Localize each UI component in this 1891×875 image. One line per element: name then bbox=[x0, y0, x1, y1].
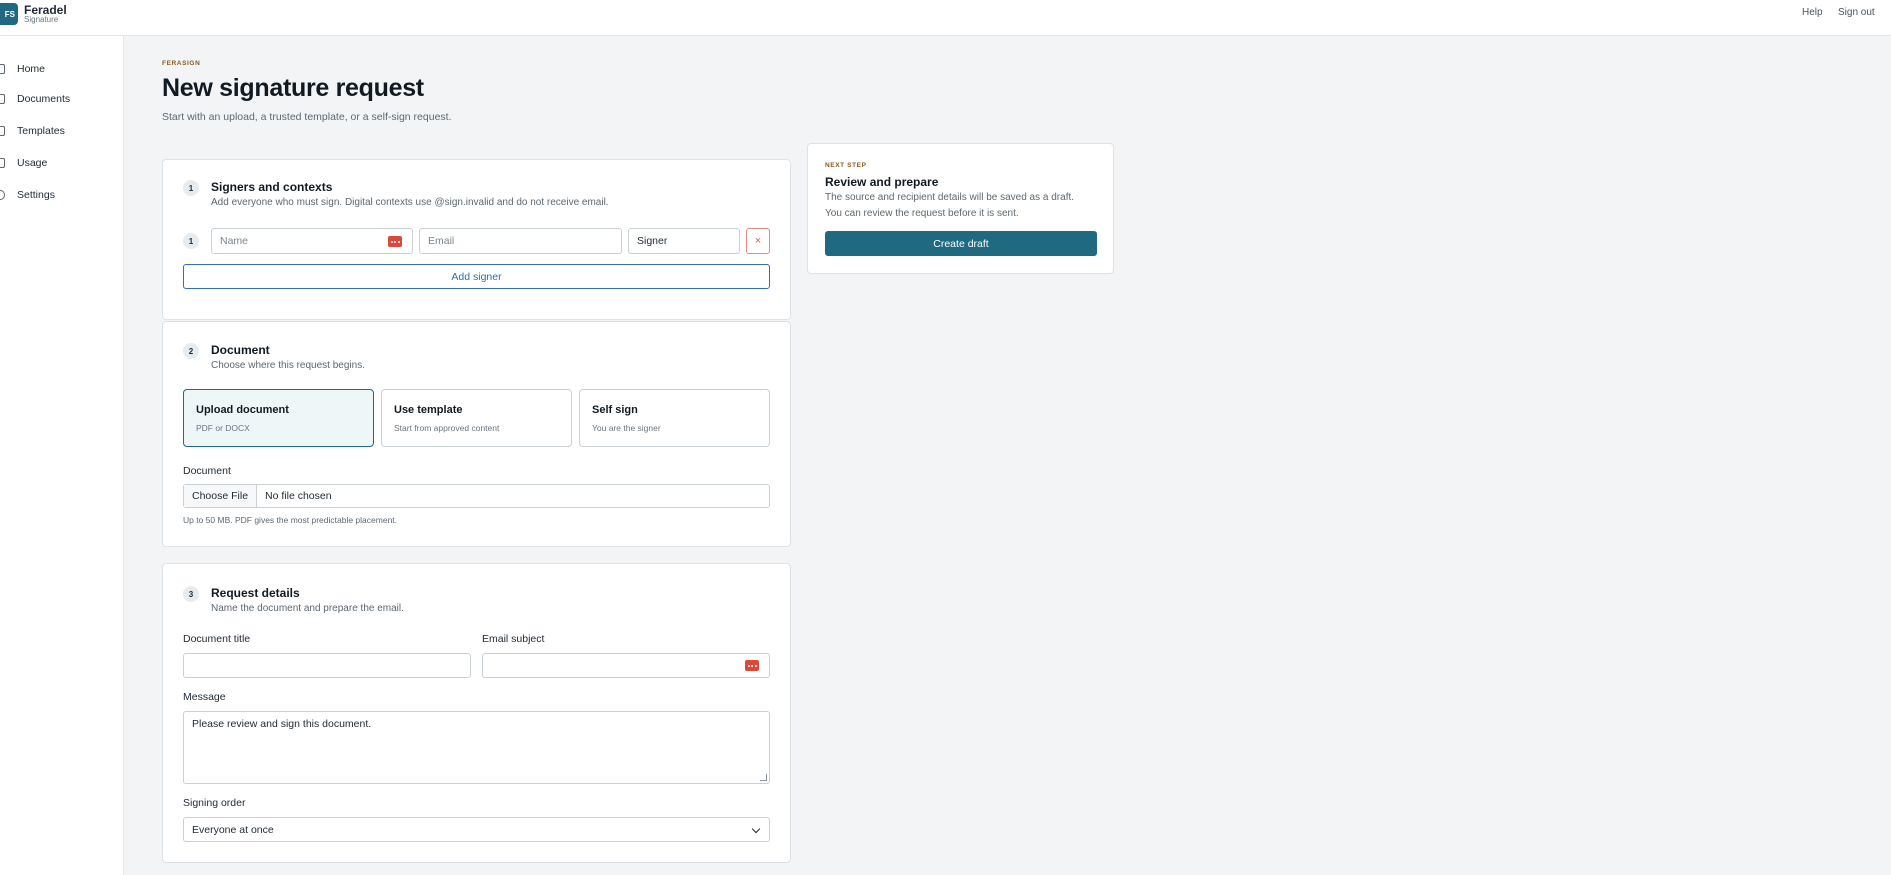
document-file-input[interactable]: Choose File No file chosen bbox=[183, 484, 770, 508]
sidebar-item-label: Templates bbox=[17, 125, 65, 137]
next-step-line-1: The source and recipient details will be… bbox=[825, 192, 1075, 203]
page-subtitle: Start with an upload, a trusted template… bbox=[162, 111, 452, 123]
sidebar-item-settings[interactable]: Settings bbox=[0, 185, 120, 205]
help-link[interactable]: Help bbox=[1802, 7, 1823, 18]
option-description: PDF or DOCX bbox=[196, 423, 250, 433]
sidebar-item-templates[interactable]: Templates bbox=[0, 121, 120, 141]
signer-index: 1 bbox=[183, 233, 199, 249]
next-step-title: Review and prepare bbox=[825, 175, 939, 189]
usage-icon bbox=[0, 158, 5, 168]
option-upload-document[interactable]: Upload document PDF or DOCX bbox=[183, 389, 374, 447]
option-description: You are the signer bbox=[592, 423, 661, 433]
resize-handle-icon[interactable] bbox=[760, 774, 767, 781]
page-eyebrow: FERASIGN bbox=[162, 60, 201, 67]
brand-subtitle: Signature bbox=[24, 15, 59, 24]
select-value: Everyone at once bbox=[192, 823, 274, 836]
message-label: Message bbox=[183, 691, 226, 703]
file-status: No file chosen bbox=[265, 490, 332, 502]
sidebar-item-label: Usage bbox=[17, 157, 48, 169]
section-description: Add everyone who must sign. Digital cont… bbox=[211, 197, 609, 208]
sidebar-item-documents[interactable]: Documents bbox=[0, 89, 120, 109]
sidebar: Home Documents Templates Usage Settings bbox=[0, 36, 124, 875]
next-step-card: NEXT STEP Review and prepare The source … bbox=[807, 143, 1114, 274]
section-title: Document bbox=[211, 343, 270, 357]
field-value: Please review and sign this document. bbox=[192, 718, 372, 730]
option-title: Use template bbox=[394, 404, 463, 416]
field-value: Signer bbox=[637, 235, 668, 247]
signer-email-field[interactable]: Email bbox=[419, 228, 622, 254]
document-title-field[interactable] bbox=[183, 653, 471, 678]
signers-card: 1 Signers and contexts Add everyone who … bbox=[162, 159, 791, 320]
next-step-eyebrow: NEXT STEP bbox=[825, 162, 867, 169]
document-file-label: Document bbox=[183, 465, 231, 477]
step-number: 1 bbox=[183, 180, 199, 196]
request-details-card: 3 Request details Name the document and … bbox=[162, 563, 791, 863]
document-card: 2 Document Choose where this request beg… bbox=[162, 321, 791, 547]
create-draft-button[interactable]: Create draft bbox=[825, 231, 1097, 256]
option-description: Start from approved content bbox=[394, 423, 500, 433]
email-subject-label: Email subject bbox=[482, 633, 545, 645]
chevron-down-icon bbox=[751, 824, 761, 834]
template-icon bbox=[0, 126, 5, 136]
home-icon bbox=[0, 64, 5, 74]
signer-role-field[interactable]: Signer bbox=[628, 228, 740, 254]
option-use-template[interactable]: Use template Start from approved content bbox=[381, 389, 572, 447]
top-bar: FS Feradel Signature Help Sign out bbox=[0, 0, 1891, 36]
brand-logo-text: FS bbox=[4, 9, 15, 19]
message-textarea[interactable]: Please review and sign this document. bbox=[183, 711, 770, 784]
section-title: Signers and contexts bbox=[211, 180, 333, 194]
file-helper-text: Up to 50 MB. PDF gives the most predicta… bbox=[183, 515, 398, 525]
option-title: Self sign bbox=[592, 404, 638, 416]
add-signer-button[interactable]: Add signer bbox=[183, 264, 770, 289]
password-manager-icon[interactable] bbox=[745, 660, 759, 671]
field-placeholder: Email bbox=[428, 235, 455, 247]
next-step-line-2: You can review the request before it is … bbox=[825, 208, 1019, 219]
password-manager-icon[interactable] bbox=[388, 236, 402, 247]
step-number: 3 bbox=[183, 586, 199, 602]
gear-icon bbox=[0, 190, 5, 200]
signer-name-field[interactable]: Name bbox=[211, 228, 413, 254]
document-icon bbox=[0, 94, 5, 104]
sidebar-item-label: Settings bbox=[17, 189, 55, 201]
signing-order-select[interactable]: Everyone at once bbox=[183, 817, 770, 842]
option-self-sign[interactable]: Self sign You are the signer bbox=[579, 389, 770, 447]
button-label: Add signer bbox=[451, 270, 502, 283]
page-title: New signature request bbox=[162, 74, 424, 102]
remove-signer-button[interactable]: × bbox=[746, 228, 770, 254]
close-icon: × bbox=[754, 235, 762, 247]
sign-out-link[interactable]: Sign out bbox=[1838, 7, 1875, 18]
email-subject-field[interactable] bbox=[482, 653, 770, 678]
sidebar-item-label: Home bbox=[17, 63, 46, 75]
choose-file-button[interactable]: Choose File bbox=[184, 485, 258, 507]
document-title-label: Document title bbox=[183, 633, 251, 645]
button-label: Create draft bbox=[933, 237, 989, 250]
signing-order-label: Signing order bbox=[183, 797, 246, 809]
field-placeholder: Name bbox=[220, 235, 249, 247]
brand-logo[interactable]: FS bbox=[0, 3, 18, 25]
section-title: Request details bbox=[211, 586, 300, 600]
section-description: Name the document and prepare the email. bbox=[211, 603, 404, 614]
sidebar-item-label: Documents bbox=[17, 93, 71, 105]
section-description: Choose where this request begins. bbox=[211, 360, 365, 371]
option-title: Upload document bbox=[196, 404, 289, 416]
step-number: 2 bbox=[183, 343, 199, 359]
sidebar-item-usage[interactable]: Usage bbox=[0, 153, 120, 173]
sidebar-item-home[interactable]: Home bbox=[0, 59, 120, 79]
